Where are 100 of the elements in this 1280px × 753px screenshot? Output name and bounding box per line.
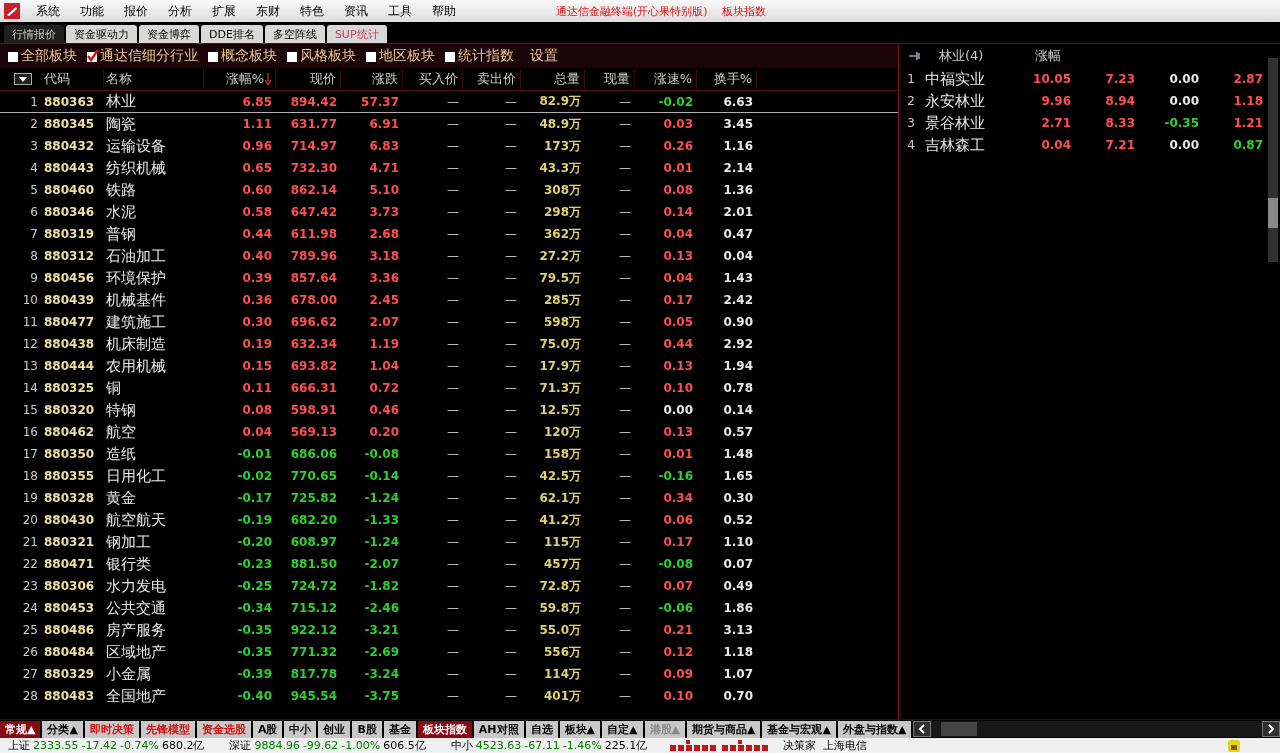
table-row[interactable]: 2 880345 陶瓷 1.11 631.77 6.91 — — 48.9万 — 0.03 3.45 [0, 113, 898, 135]
table-row[interactable]: 19 880328 黄金 -0.17 725.82 -1.24 — — 62.1万 — 0.34 0.30 [0, 487, 898, 509]
table-row[interactable]: 11 880477 建筑施工 0.30 696.62 2.07 — — 598万 — 0.05 0.90 [0, 311, 898, 333]
column-header[interactable]: 名称 [104, 69, 204, 89]
table-row[interactable]: 9 880456 环境保护 0.39 857.64 3.36 — — 79.5万 — 0.04 1.43 [0, 267, 898, 289]
scrollbar[interactable] [931, 721, 1262, 737]
tab[interactable]: 中小 [284, 720, 317, 738]
table-row[interactable]: 17 880350 造纸 -0.01 686.06 -0.08 — — 158万 — 0.01 1.48 [0, 443, 898, 465]
table-cell-text: 75.0万 [538, 335, 582, 353]
checkbox[interactable] [366, 50, 378, 62]
table-row[interactable]: 24 880453 公共交通 -0.34 715.12 -2.46 — — 59.8万 — -0.06 1.86 [0, 597, 898, 619]
tab[interactable]: 板块指数 [417, 720, 472, 738]
table-cell-text: 0.03 [662, 117, 694, 131]
tab[interactable]: 分类▲ [42, 720, 83, 738]
menu-item[interactable]: 功能 [70, 2, 114, 20]
table-row[interactable]: 15 880320 特钢 0.08 598.91 0.46 — — 12.5万 — 0.00 0.14 [0, 399, 898, 421]
table-row[interactable]: 18 880355 日用化工 -0.02 770.65 -0.14 — — 42.5万 — -0.16 1.65 [0, 465, 898, 487]
filter-label[interactable]: 统计指数 [458, 47, 514, 65]
filter-label[interactable]: 全部板块 [21, 47, 77, 65]
pin-icon[interactable] [909, 52, 921, 60]
menu-item[interactable]: 工具 [378, 2, 422, 20]
filter-label[interactable]: 风格板块 [300, 47, 356, 65]
column-header[interactable]: 卖出价 [463, 69, 521, 89]
table-row[interactable]: 20 880430 航空航天 -0.19 682.20 -1.33 — — 41.2万 — 0.06 0.52 [0, 509, 898, 531]
tab[interactable]: 板块▲ [559, 720, 601, 738]
dropdown-icon[interactable] [14, 73, 32, 85]
tab[interactable]: 资金博弈 [139, 25, 199, 43]
table-row[interactable]: 22 880471 银行类 -0.23 881.50 -2.07 — — 457万 — -0.08 0.07 [0, 553, 898, 575]
tab[interactable]: A股 [252, 720, 283, 738]
checkbox[interactable] [208, 50, 220, 62]
table-row[interactable]: 10 880439 机械基件 0.36 678.00 2.45 — — 285万 — 0.17 2.42 [0, 289, 898, 311]
table-row[interactable]: 28 880483 全国地产 -0.40 945.54 -3.75 — — 401万 — 0.10 0.70 [0, 685, 898, 707]
table-row[interactable]: 23 880306 水力发电 -0.25 724.72 -1.82 — — 72.8万 — 0.07 0.49 [0, 575, 898, 597]
table-row[interactable]: 27 880329 小金属 -0.39 817.78 -3.24 — — 114万 — 0.09 1.07 [0, 663, 898, 685]
scroll-left-button[interactable] [913, 721, 932, 737]
scrollbar[interactable] [1268, 58, 1278, 262]
column-header[interactable]: 总量 [521, 69, 585, 89]
menu-item[interactable]: 东财 [246, 2, 290, 20]
table-row[interactable]: 14 880325 铜 0.11 666.31 0.72 — — 71.3万 — 0.10 0.78 [0, 377, 898, 399]
checkbox[interactable] [445, 50, 457, 62]
tab[interactable]: 行情报价 [4, 25, 64, 43]
column-header[interactable]: 买入价 [403, 69, 463, 89]
tab[interactable]: 基金与宏观▲ [762, 720, 836, 738]
table-row[interactable]: 3 880432 运输设备 0.96 714.97 6.83 — — 173万 — 0.26 1.16 [0, 135, 898, 157]
tab[interactable]: 自定▲ [602, 720, 643, 738]
checkbox[interactable] [287, 50, 299, 62]
table-row[interactable]: 25 880486 房产服务 -0.35 922.12 -3.21 — — 55.0万 — 0.21 3.13 [0, 619, 898, 641]
menu-item[interactable]: 报价 [114, 2, 158, 20]
row-number: 8 [29, 249, 39, 263]
column-header[interactable]: 涨幅% [204, 69, 276, 89]
tab[interactable]: B股 [352, 720, 382, 738]
row-number: 25 [21, 623, 39, 637]
tab[interactable]: SUP统计 [326, 25, 387, 43]
tab[interactable]: 资金驱动力 [66, 25, 137, 43]
table-row[interactable]: 4 880443 纺织机械 0.65 732.30 4.71 — — 43.3万 — 0.01 2.14 [0, 157, 898, 179]
tab[interactable]: 期货与商品▲ [687, 720, 761, 738]
tab[interactable]: 自选 [525, 720, 558, 738]
menu-item[interactable]: 扩展 [202, 2, 246, 20]
checkbox[interactable] [87, 50, 99, 62]
column-header[interactable]: 涨幅 [1035, 47, 1095, 65]
settings-link[interactable]: 设置 [530, 47, 558, 65]
table-cell-text: — [504, 579, 518, 593]
tab[interactable]: AH对照 [473, 720, 524, 738]
table-row[interactable]: 8 880312 石油加工 0.40 789.96 3.18 — — 27.2万 — 0.13 0.04 [0, 245, 898, 267]
filter-label[interactable]: 概念板块 [221, 47, 277, 65]
table-row[interactable]: 13 880444 农用机械 0.15 693.82 1.04 — — 17.9万 — 0.13 1.94 [0, 355, 898, 377]
filter-label[interactable]: 地区板块 [379, 47, 435, 65]
column-header[interactable]: 现价 [276, 69, 341, 89]
menu-item[interactable]: 系统 [26, 2, 70, 20]
scroll-right-button[interactable] [1262, 721, 1280, 737]
table-row[interactable]: 12 880438 机床制造 0.19 632.34 1.19 — — 75.0万 — 0.44 2.92 [0, 333, 898, 355]
sort-arrow-icon [265, 73, 271, 85]
checkbox[interactable] [8, 50, 20, 62]
table-row[interactable]: 5 880460 铁路 0.60 862.14 5.10 — — 308万 — 0.08 1.36 [0, 179, 898, 201]
column-header[interactable]: 换手% [697, 69, 757, 89]
menu-item[interactable]: 特色 [290, 2, 334, 20]
table-row[interactable]: 6 880346 水泥 0.58 647.42 3.73 — — 298万 — 0.14 2.01 [0, 201, 898, 223]
column-header[interactable]: 代码 [44, 69, 104, 89]
tab[interactable]: 创业 [318, 720, 351, 738]
filter-label[interactable]: 通达信细分行业 [100, 47, 198, 65]
table-row[interactable]: 7 880319 普钢 0.44 611.98 2.68 — — 362万 — 0.04 0.47 [0, 223, 898, 245]
table-row[interactable]: 21 880321 钢加工 -0.20 608.97 -1.24 — — 115万 — 0.17 1.10 [0, 531, 898, 553]
table-cell-text: 8.94 [1104, 94, 1136, 108]
column-header[interactable]: 涨速% [635, 69, 697, 89]
tab[interactable]: 外盘与指数▲ [837, 720, 912, 738]
table-row[interactable]: 26 880484 区域地产 -0.35 771.32 -2.69 — — 556万 — 0.12 1.18 [0, 641, 898, 663]
menu-item[interactable]: 帮助 [422, 2, 466, 20]
table-cell-text: — [618, 469, 632, 483]
menu-item[interactable]: 分析 [158, 2, 202, 20]
tab[interactable]: DDE排名 [201, 25, 263, 43]
table-cell-text: 陶瓷 [105, 114, 137, 134]
table-row[interactable]: 16 880462 航空 0.04 569.13 0.20 — — 120万 — 0.13 0.57 [0, 421, 898, 443]
tab[interactable]: 多空阵线 [264, 25, 325, 43]
column-header[interactable]: 现量 [585, 69, 635, 89]
table-row[interactable]: 1 880363 林业 6.85 894.42 57.37 — — 82.9万 — -0.02 6.63 [0, 91, 898, 113]
column-header[interactable]: 涨跌 [341, 69, 403, 89]
table-cell-text: 880460 [44, 183, 96, 197]
menu-item[interactable]: 资讯 [334, 2, 378, 20]
tab[interactable]: 基金 [383, 720, 416, 738]
tab[interactable]: 常规▲ [0, 720, 41, 738]
